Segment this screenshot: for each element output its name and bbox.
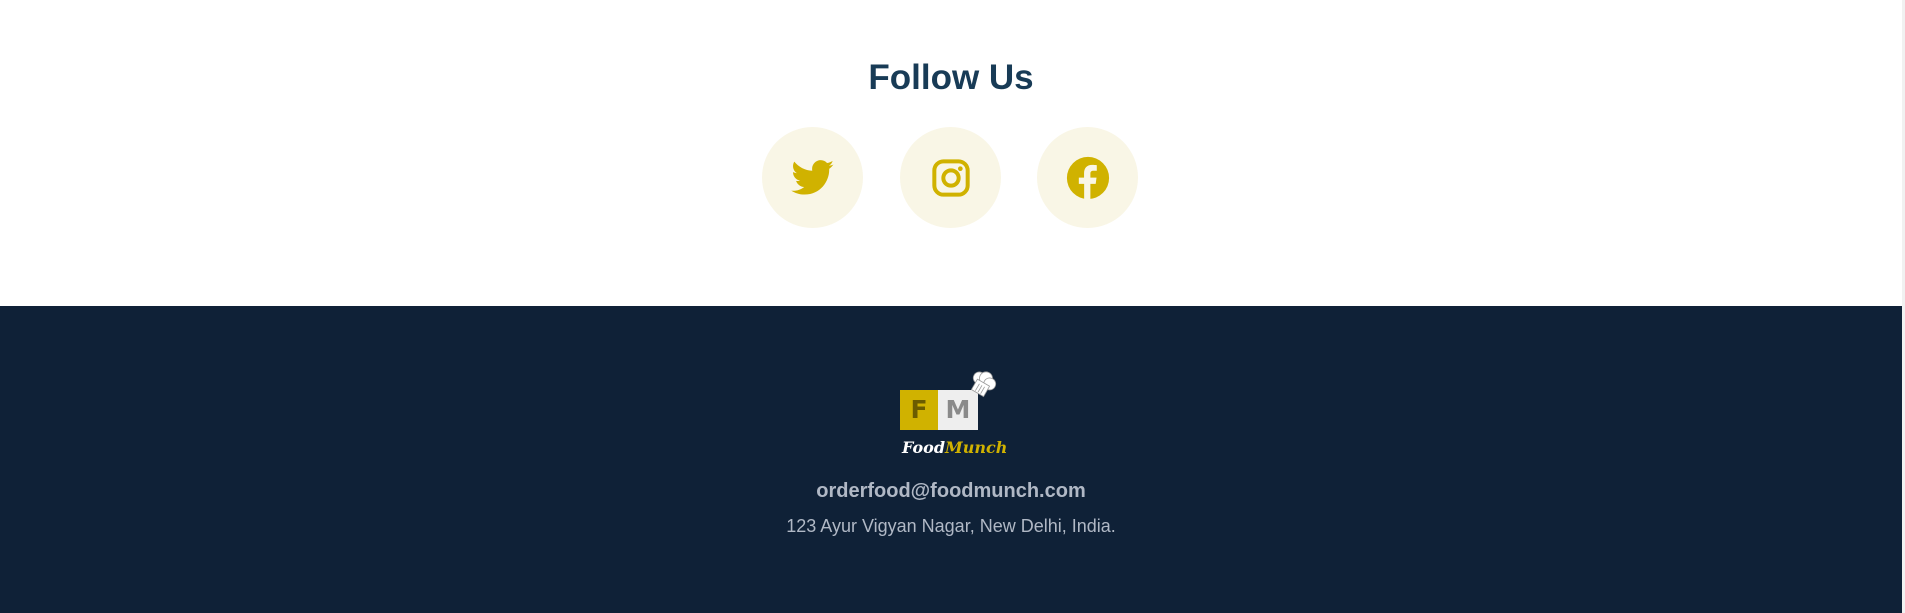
footer: F M FoodMunch orderfood@foodmunch.com 12…: [0, 306, 1902, 613]
facebook-button[interactable]: [1037, 127, 1138, 228]
twitter-icon: [790, 159, 835, 196]
social-icons-row: [0, 127, 1902, 228]
chef-hat-icon: [964, 370, 998, 404]
page: Follow Us F M FoodMunch orderfood@foodmu…: [0, 0, 1905, 613]
footer-address: 123 Ayur Vigyan Nagar, New Delhi, India.: [786, 516, 1116, 536]
logo-letter-f: F: [900, 390, 938, 430]
logo-wordmark: FoodMunch: [898, 438, 1007, 457]
follow-section: Follow Us: [0, 0, 1902, 306]
instagram-button[interactable]: [900, 127, 1001, 228]
instagram-icon: [931, 158, 971, 198]
twitter-button[interactable]: [762, 127, 863, 228]
foodmunch-logo[interactable]: F M FoodMunch: [898, 370, 1007, 462]
footer-email[interactable]: orderfood@foodmunch.com: [0, 478, 1902, 504]
follow-title: Follow Us: [868, 58, 1034, 97]
logo-wordmark-munch: Munch: [945, 438, 1008, 457]
logo-wordmark-food: Food: [902, 438, 946, 457]
facebook-icon: [1066, 156, 1110, 200]
